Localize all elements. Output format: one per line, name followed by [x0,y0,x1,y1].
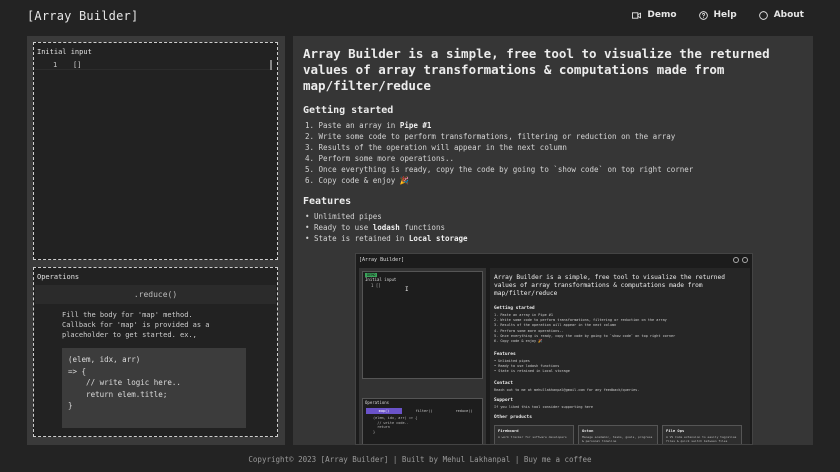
feature-item: • Unlimited pipes [305,212,382,221]
feature-item: • Ready to use lodash functions [305,223,445,232]
step-item: 2. Write some code to perform transforma… [305,132,676,141]
description-line: Callback for 'map' is provided as a [62,321,210,329]
preview-features-title: Features [494,352,516,357]
preview-ops-title: Operations [365,400,390,405]
operation-description: Fill the body for 'map' method. Callback… [62,310,252,340]
preview-tab-reduce: reduce() [455,409,473,413]
preview-products: Fireboard A work tracker for software de… [494,425,742,444]
feature-item: • State is retained in Local storage [305,234,468,243]
operations-panel: Operations .reduce() Fill the body for '… [33,267,278,437]
editor-scrollbar[interactable] [270,60,272,70]
top-nav: Demo Help About [632,10,804,20]
step-item: 3. Results of the operation will appear … [305,143,567,152]
step-item: 1. Paste an array in Pipe #1 [305,121,432,130]
code-line: } [68,401,73,410]
preview-brand: [Array Builder] [359,257,405,263]
nav-about[interactable]: About [758,10,804,20]
step-item: 5. Once everything is ready, copy the co… [305,165,694,174]
code-line: (elem, idx, arr) [68,355,141,364]
nav-help[interactable]: Help [698,10,737,20]
preview-input-line: 1 [] [371,283,381,288]
input-editor[interactable]: 1 [] [35,60,273,70]
description-line: placeholder to get started. ex., [62,331,197,339]
preview-tab-filter: filter() [415,409,433,413]
preview-toolbar [733,257,748,263]
preview-settings-icon [733,257,739,263]
pipe-column: Initial input 1 [] Operations .reduce() … [27,36,285,445]
input-code[interactable]: [] [73,61,81,69]
intro-panel: Array Builder is a simple, free tool to … [293,36,813,445]
description-line: Fill the body for 'map' method. [62,311,193,319]
preview-steps: 1. Paste an array in Pipe #1 2. Write so… [494,313,676,344]
info-circle-icon [758,10,768,20]
preview-code: (elem, idx, arr) => { // write code.. re… [373,416,418,434]
preview-getting-started: Getting started [494,306,535,311]
features-title: Features [303,196,352,207]
code-line: // write logic here.. [68,378,181,387]
header: [Array Builder] Demo Help About [0,0,840,34]
preview-operations-panel: Operations map() filter() reduce() (elem… [362,398,483,444]
features-list: • Unlimited pipes • Ready to use lodash … [305,211,468,244]
step-item: 6. Copy code & enjoy 🎉 [305,176,410,185]
preview-contact-title: Contact [494,381,513,386]
preview-features: • Unlimited pipes • Ready to use lodash … [494,359,570,374]
help-circle-icon [698,10,708,20]
preview-product-card: Fireboard A work tracker for software de… [494,425,574,444]
preview-input-title: Initial input [365,277,397,282]
nav-help-label: Help [713,10,737,20]
preview-input-panel: DEMO Initial input 1 [] I [362,271,483,379]
preview-info-icon [742,257,748,263]
text-cursor-icon: I [405,286,409,293]
preview-tab-map: map() [366,408,402,414]
selected-method[interactable]: .reduce() [35,290,276,299]
nav-demo-label: Demo [647,10,677,20]
code-line: => { [68,366,87,376]
getting-started-list: 1. Paste an array in Pipe #1 2. Write so… [305,120,693,186]
footer: Copyright© 2023 [Array Builder] | Built … [248,455,592,464]
intro-headline: Array Builder is a simple, free tool to … [303,46,770,93]
preview-product-card: File Ops A VS Code extension to easily t… [662,425,742,444]
initial-input-panel: Initial input 1 [] [33,42,278,260]
demo-preview-image: [Array Builder] DEMO Initial input 1 [] … [355,253,753,445]
preview-product-card: Octon Manage academic, tasks, goals, pro… [578,425,658,444]
method-selector[interactable]: .reduce() [35,285,276,304]
brand-logo[interactable]: [Array Builder] [27,9,138,23]
preview-method-tabs: map() filter() reduce() [366,408,482,414]
line-number: 1 [53,61,58,69]
initial-input-title: Initial input [37,48,92,56]
nav-demo[interactable]: Demo [632,10,677,20]
preview-contact-text: Reach out to me at mehullakhanpal@gmail.… [494,388,640,392]
preview-pipe-column: DEMO Initial input 1 [] I Operations map… [359,268,486,444]
operations-title: Operations [37,273,80,281]
preview-intro: Array Builder is a simple, free tool to … [490,268,750,444]
code-line: return elem.title; [68,389,168,399]
getting-started-title: Getting started [303,105,394,116]
nav-about-label: About [773,10,804,20]
preview-other-title: Other products [494,415,532,420]
preview-support-title: Support [494,398,513,403]
example-code-block: (elem, idx, arr) => { // write logic her… [62,348,246,428]
step-item: 4. Perform some more operations.. [305,154,455,163]
video-icon [632,11,642,19]
preview-headline: Array Builder is a simple, free tool to … [494,274,725,297]
preview-support-text: If you liked this tool consider supporti… [494,405,594,409]
